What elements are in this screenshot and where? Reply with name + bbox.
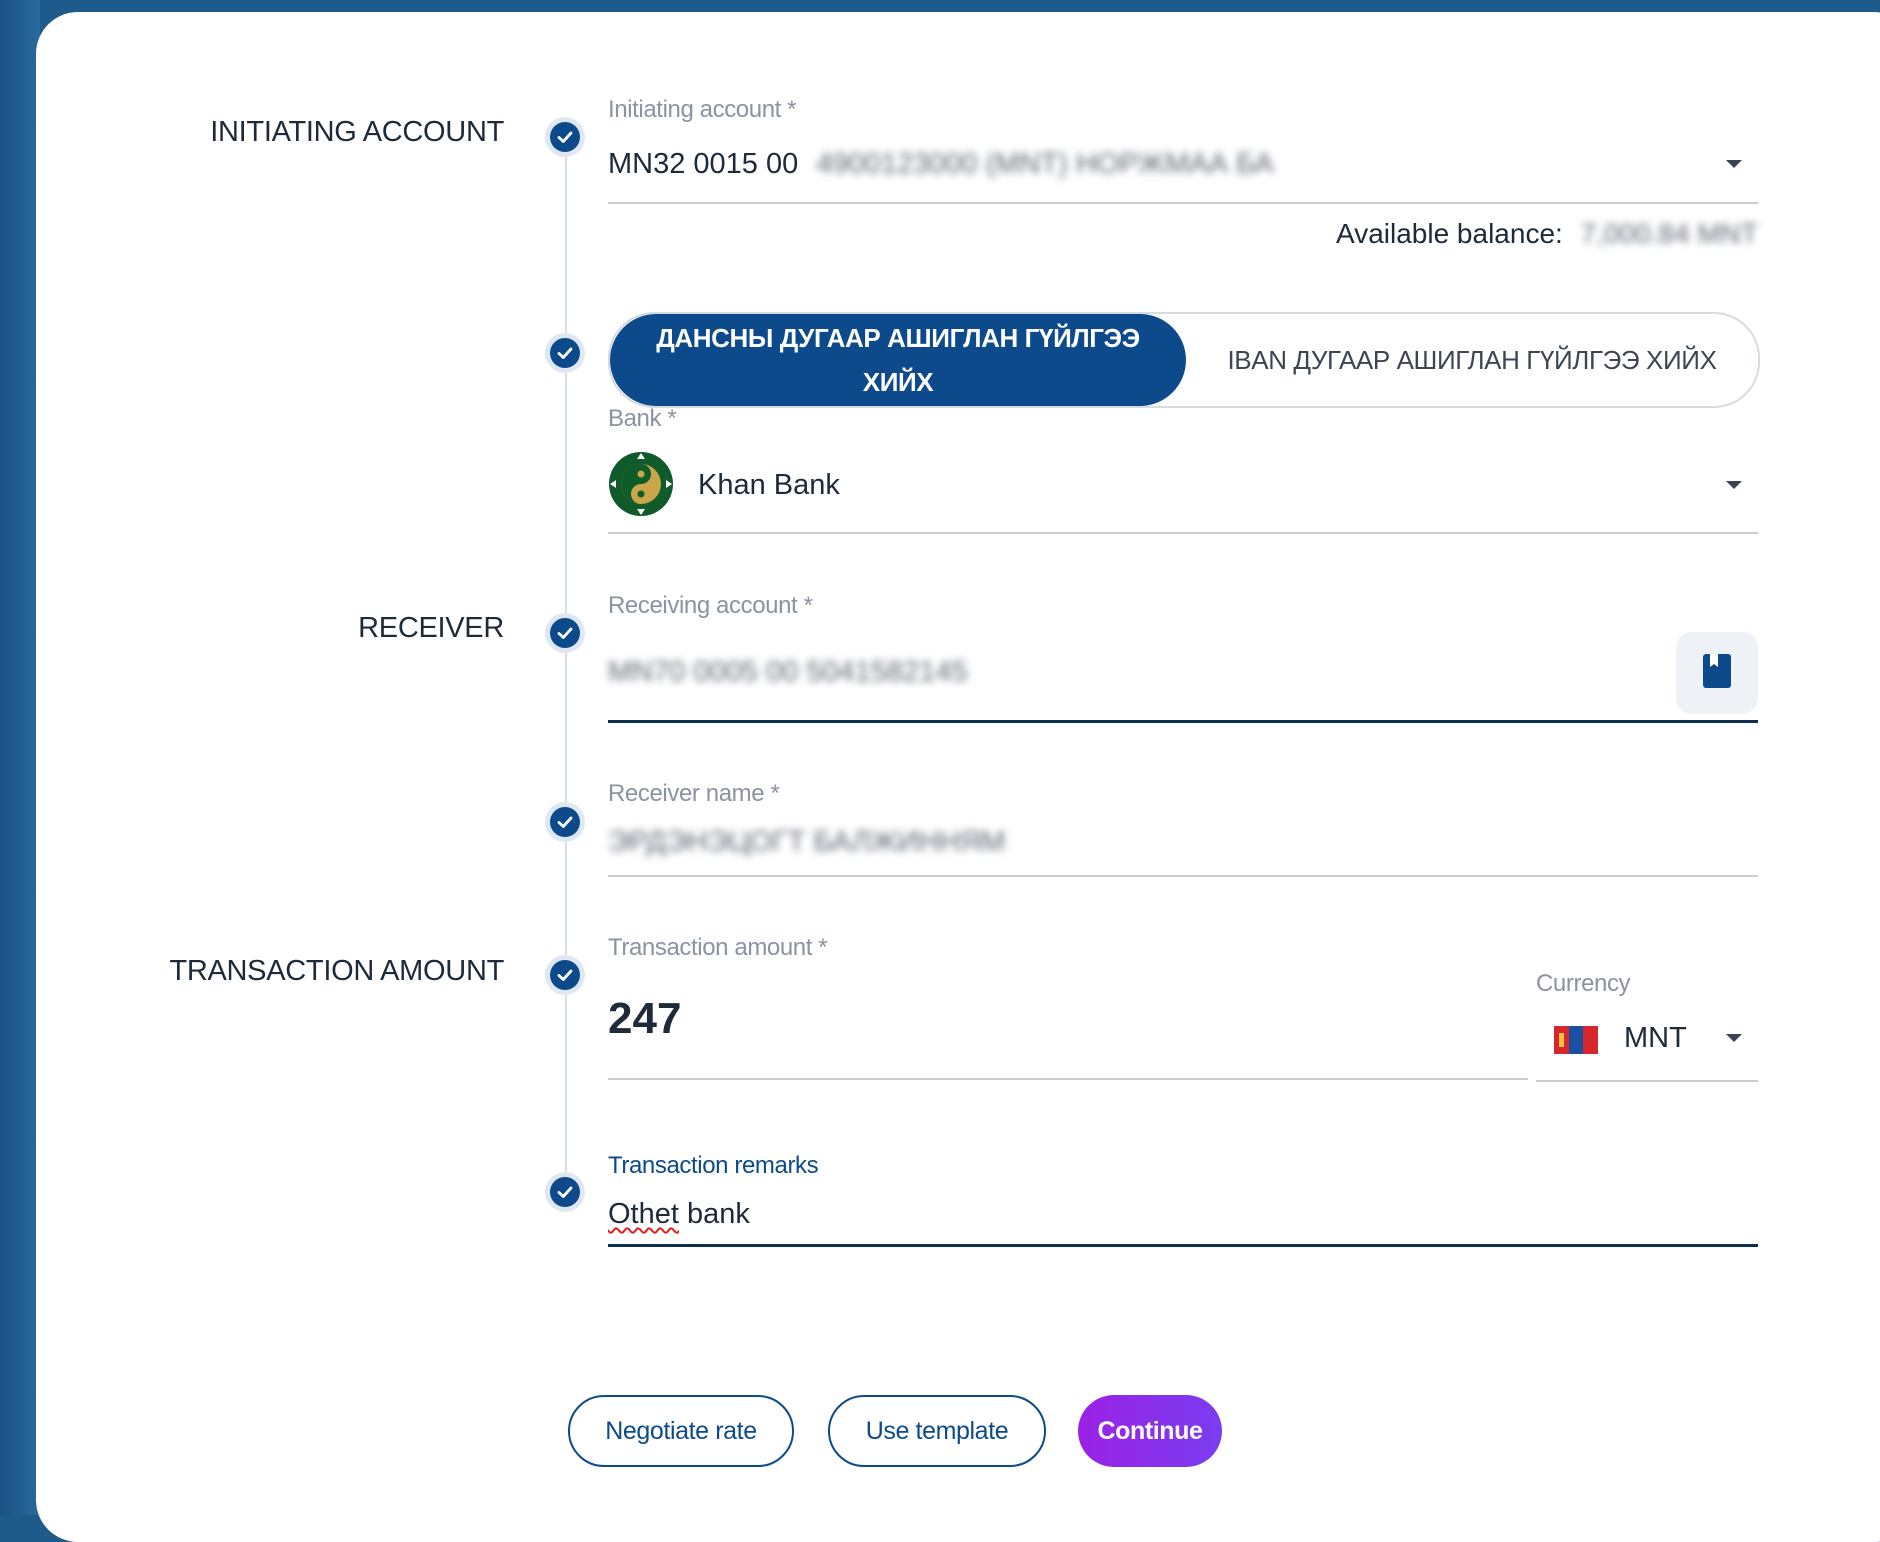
bank-label: Bank * [608, 405, 677, 432]
section-label-transaction-amount: TRANSACTION AMOUNT [169, 955, 504, 987]
tab-account-number-transfer[interactable]: ДАНСНЫ ДУГААР АШИГЛАН ГҮЙЛГЭЭ ХИЙХ [610, 314, 1186, 406]
initiating-account-select[interactable]: Initiating account * MN32 0015 00 490012… [608, 96, 1758, 256]
transaction-remarks-underline [608, 1244, 1758, 1247]
misspelled-word: Othet [608, 1198, 679, 1230]
section-label-initiating-account: INITIATING ACCOUNT [210, 116, 504, 148]
initiating-account-underline [608, 202, 1758, 204]
khan-bank-logo-icon [608, 451, 674, 517]
transaction-remarks-value: Othet bank [608, 1198, 750, 1231]
step-check-icon [545, 955, 585, 995]
receiving-account-underline [608, 720, 1758, 723]
receiving-account-value: MN70 0005 00 5041582145 [608, 656, 968, 689]
currency-label: Currency [1536, 970, 1631, 997]
receiver-name-label: Receiver name * [608, 780, 780, 807]
currency-value: MNT [1624, 1022, 1687, 1054]
section-label-receiver: RECEIVER [358, 612, 504, 644]
receiving-account-hidden-value: MN70 0005 00 5041582145 [608, 656, 968, 688]
receiving-account-input[interactable]: Receiving account * MN70 0005 00 5041582… [608, 592, 1758, 727]
bank-select[interactable]: Bank * Khan Bank [608, 405, 1758, 535]
initiating-account-value: MN32 0015 00 4900123000 (MNT) НОРЖМАА БА [608, 148, 1274, 181]
receiver-name-value: ЭРДЭНЭЦОГТ БАЛЖИННЯМ [608, 826, 1005, 859]
page-background [0, 0, 40, 1515]
step-timeline [565, 140, 567, 1200]
step-check-icon [545, 1172, 585, 1212]
transaction-amount-value: 247 [608, 994, 682, 1043]
initiating-account-hidden-details: 4900123000 (MNT) НОРЖМАА БА [816, 148, 1274, 180]
step-check-icon [545, 117, 585, 157]
bank-underline [608, 532, 1758, 534]
negotiate-rate-button[interactable]: Negotiate rate [568, 1395, 794, 1467]
address-book-button[interactable] [1676, 632, 1758, 714]
receiving-account-label: Receiving account * [608, 592, 813, 619]
receiver-name-underline [608, 875, 1758, 877]
transaction-amount-underline [608, 1078, 1528, 1080]
transaction-amount-group: Transaction amount * 247 Currency MNT [608, 934, 1758, 1084]
initiating-account-number: MN32 0015 00 [608, 148, 799, 180]
receiver-name-input[interactable]: Receiver name * ЭРДЭНЭЦОГТ БАЛЖИННЯМ [608, 780, 1758, 880]
use-template-button[interactable]: Use template [828, 1395, 1046, 1467]
available-balance: Available balance: 7,000.84 MNT [1336, 218, 1758, 250]
mongolia-flag-icon [1554, 1026, 1598, 1054]
transaction-remarks-label: Transaction remarks [608, 1152, 819, 1179]
bank-value: Khan Bank [698, 469, 840, 501]
tab-iban-transfer[interactable]: IBAN ДУГААР АШИГЛАН ГҮЙЛГЭЭ ХИЙХ [1186, 314, 1758, 406]
transaction-amount-input[interactable]: 247 [608, 944, 1528, 1080]
currency-underline [1536, 1080, 1758, 1082]
step-check-icon [545, 802, 585, 842]
initiating-account-label: Initiating account * [608, 96, 797, 123]
address-book-icon [1701, 652, 1733, 695]
receiver-name-hidden-value: ЭРДЭНЭЦОГТ БАЛЖИННЯМ [608, 826, 1006, 858]
chevron-down-icon[interactable] [1726, 1034, 1742, 1042]
available-balance-label: Available balance: [1336, 218, 1563, 249]
transaction-remarks-input[interactable]: Transaction remarks Othet bank [608, 1152, 1758, 1252]
remarks-text-rest: bank [678, 1198, 750, 1230]
available-balance-value: 7,000.84 MNT [1580, 218, 1758, 249]
step-check-icon [545, 333, 585, 373]
chevron-down-icon[interactable] [1726, 481, 1742, 489]
step-check-icon [545, 613, 585, 653]
continue-button[interactable]: Continue [1078, 1395, 1222, 1467]
chevron-down-icon[interactable] [1726, 160, 1742, 168]
transfer-type-toggle: ДАНСНЫ ДУГААР АШИГЛАН ГҮЙЛГЭЭ ХИЙХ IBAN … [608, 312, 1760, 408]
currency-select[interactable]: Currency MNT [1536, 970, 1758, 1082]
